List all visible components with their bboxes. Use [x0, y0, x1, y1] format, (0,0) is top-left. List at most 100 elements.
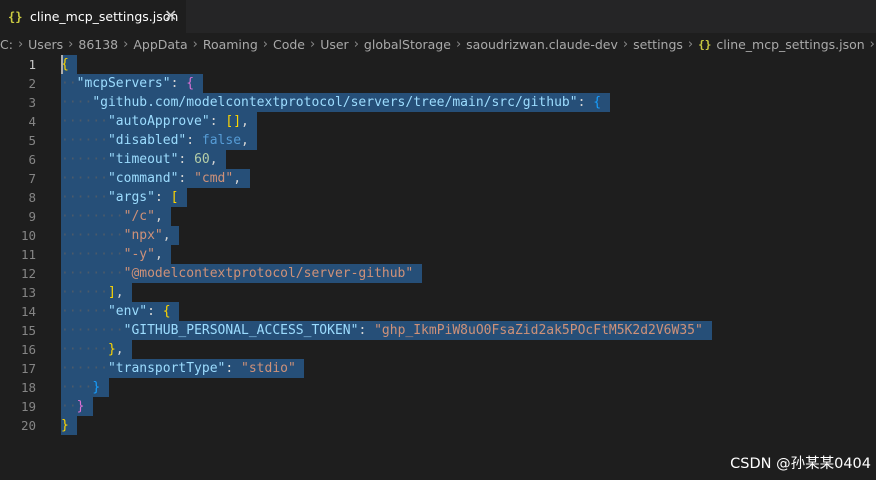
- whitespace-marker: ··: [107, 266, 124, 281]
- line-number: 6: [28, 152, 36, 167]
- code-line[interactable]: 5 ······"disabled": false,: [0, 131, 876, 150]
- whitespace-marker: ··: [61, 76, 77, 91]
- code-line[interactable]: 3 ····"github.com/modelcontextprotocol/se…: [0, 93, 876, 112]
- code-text: ······"args": [: [61, 188, 178, 207]
- whitespace-marker: ··: [61, 304, 77, 319]
- code-line[interactable]: 4 ······"autoApprove": [],: [0, 112, 876, 131]
- chevron-right-icon: ›: [869, 36, 875, 52]
- code-line[interactable]: 2 ··"mcpServers": {: [0, 74, 876, 93]
- code-line[interactable]: 19 ··}: [0, 397, 876, 416]
- code-token: [: [170, 190, 179, 205]
- whitespace-marker: ··: [92, 133, 108, 148]
- code-token: ,: [115, 285, 124, 300]
- code-token: ,: [209, 152, 218, 167]
- code-line[interactable]: 9 ········"/c",: [0, 207, 876, 226]
- whitespace-marker: ··: [76, 209, 93, 224]
- whitespace-marker: ··: [76, 152, 93, 167]
- code-text: ······"disabled": false,: [61, 131, 249, 150]
- code-token: "args": [107, 190, 155, 205]
- whitespace-marker: ··: [61, 266, 77, 281]
- line-number: 19: [20, 399, 36, 414]
- code-line[interactable]: 15 ········"GITHUB_PERSONAL_ACCESS_TOKEN"…: [0, 321, 876, 340]
- code-token: :: [178, 171, 195, 186]
- breadcrumb-item[interactable]: cline_mcp_settings.json: [716, 37, 864, 52]
- tab-cline-mcp-settings[interactable]: {} cline_mcp_settings.json ✕: [0, 0, 186, 33]
- line-number: 9: [28, 209, 36, 224]
- code-token: }: [61, 418, 69, 433]
- code-text: ····}: [61, 378, 100, 397]
- breadcrumb: C: › Users › 86138 › AppData › Roaming › Code › User…: [0, 33, 876, 55]
- line-number: 12: [20, 266, 36, 281]
- whitespace-marker: ··: [61, 323, 77, 338]
- code-line[interactable]: 12 ········"@modelcontextprotocol/server-…: [0, 264, 876, 283]
- json-file-icon: {}: [8, 9, 23, 24]
- whitespace-marker: ··: [61, 399, 77, 414]
- code-line[interactable]: 1{: [0, 55, 876, 74]
- whitespace-marker: ··: [61, 152, 77, 167]
- code-token: false: [201, 133, 242, 148]
- breadcrumb-item[interactable]: Roaming: [203, 37, 258, 52]
- code-line[interactable]: 8 ······"args": [: [0, 188, 876, 207]
- code-token: "GITHUB_PERSONAL_ACCESS_TOKEN": [123, 323, 359, 338]
- code-line[interactable]: 17 ······"transportType": "stdio": [0, 359, 876, 378]
- breadcrumb-item[interactable]: settings: [633, 37, 683, 52]
- whitespace-marker: ··: [92, 190, 108, 205]
- code-text: ······},: [61, 340, 124, 359]
- breadcrumb-item[interactable]: AppData: [133, 37, 187, 52]
- code-token: "mcpServers": [76, 76, 171, 91]
- code-token: {: [186, 76, 195, 91]
- whitespace-marker: ··: [76, 266, 93, 281]
- code-token: ,: [233, 171, 242, 186]
- code-line[interactable]: 14 ······"env": {: [0, 302, 876, 321]
- line-number: 1: [28, 57, 36, 72]
- breadcrumb-item[interactable]: globalStorage: [364, 37, 451, 52]
- code-line[interactable]: 10 ········"npx",: [0, 226, 876, 245]
- line-number: 16: [20, 342, 36, 357]
- chevron-right-icon: ›: [353, 36, 359, 52]
- code-line[interactable]: 13 ······],: [0, 283, 876, 302]
- code-token: ,: [241, 114, 249, 129]
- code-token: "-y": [123, 247, 155, 262]
- code-token: ,: [115, 342, 124, 357]
- code-token: "stdio": [241, 361, 296, 376]
- whitespace-marker: ··: [76, 380, 93, 395]
- code-token: "env": [107, 304, 148, 319]
- code-line[interactable]: 20}: [0, 416, 876, 435]
- whitespace-marker: ··: [76, 228, 93, 243]
- code-token: "npx": [123, 228, 163, 243]
- breadcrumb-item[interactable]: 86138: [78, 37, 118, 52]
- code-editor[interactable]: 1{2 ··"mcpServers": {3 ····"github.com/mod…: [0, 55, 876, 480]
- code-token: :: [358, 323, 375, 338]
- breadcrumb-item[interactable]: Users: [28, 37, 63, 52]
- whitespace-marker: ··: [92, 304, 108, 319]
- code-line[interactable]: 7 ······"command": "cmd",: [0, 169, 876, 188]
- text-cursor: [61, 55, 63, 74]
- code-token: []: [225, 114, 242, 129]
- code-token: ,: [162, 228, 171, 243]
- whitespace-marker: ··: [92, 247, 108, 262]
- code-token: }: [107, 342, 116, 357]
- whitespace-marker: ··: [61, 95, 77, 110]
- whitespace-marker: ··: [107, 323, 124, 338]
- whitespace-marker: ··: [92, 342, 108, 357]
- whitespace-marker: ··: [76, 95, 93, 110]
- code-token: "ghp_IkmPiW8uO0FsaZid2ak5POcFtM5K2d2V6W3…: [374, 323, 703, 338]
- code-line[interactable]: 11 ········"-y",: [0, 245, 876, 264]
- breadcrumb-item[interactable]: saoudrizwan.claude-dev: [466, 37, 618, 52]
- close-icon[interactable]: ✕: [164, 7, 177, 25]
- code-line[interactable]: 6 ······"timeout": 60,: [0, 150, 876, 169]
- whitespace-marker: ··: [76, 190, 93, 205]
- code-line[interactable]: 16 ······},: [0, 340, 876, 359]
- whitespace-marker: ··: [61, 247, 77, 262]
- breadcrumb-item[interactable]: User: [320, 37, 349, 52]
- breadcrumb-item[interactable]: C:: [0, 37, 13, 52]
- code-text: ······"timeout": 60,: [61, 150, 218, 169]
- whitespace-marker: ··: [92, 171, 108, 186]
- code-text: }: [61, 416, 69, 435]
- code-line[interactable]: 18 ····}: [0, 378, 876, 397]
- code-token: "timeout": [107, 152, 179, 167]
- code-token: "cmd": [194, 171, 234, 186]
- whitespace-marker: ··: [92, 361, 108, 376]
- code-token: {: [593, 95, 602, 110]
- breadcrumb-item[interactable]: Code: [273, 37, 305, 52]
